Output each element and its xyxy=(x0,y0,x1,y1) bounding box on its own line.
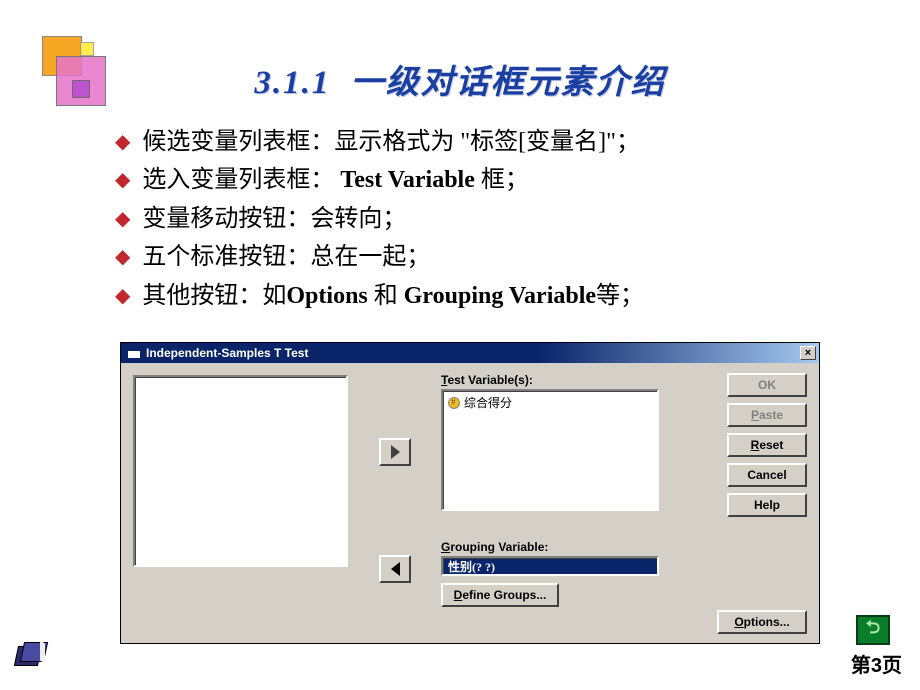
dialog-titlebar: Independent-Samples T Test × xyxy=(121,343,819,363)
scale-variable-icon xyxy=(448,397,460,409)
title-number: 3.1.1 xyxy=(254,65,330,101)
help-button[interactable]: Help xyxy=(727,493,807,517)
bullet-item: ◆ 五个标准按钮：总在一起； xyxy=(115,238,920,276)
page-number: 第3页 xyxy=(851,649,902,678)
grouping-variable-label: Grouping Variable: xyxy=(441,540,548,554)
bullet-text: 五个标准按钮：总在一起； xyxy=(142,238,430,276)
source-variable-listbox[interactable] xyxy=(133,375,348,567)
dialog-window: Independent-Samples T Test × Test Variab… xyxy=(120,342,820,644)
ok-button[interactable]: OK xyxy=(727,373,807,397)
bullet-icon: ◆ xyxy=(115,161,130,199)
bullet-icon: ◆ xyxy=(115,200,130,238)
variable-name: 综合得分 xyxy=(464,394,512,411)
grouping-variable-field[interactable]: 性别(? ?) xyxy=(441,556,659,576)
options-button[interactable]: Options... xyxy=(717,610,807,634)
bullet-icon: ◆ xyxy=(115,123,130,161)
move-to-grouping-button[interactable] xyxy=(379,555,411,583)
close-button[interactable]: × xyxy=(800,346,816,360)
variable-item[interactable]: 综合得分 xyxy=(448,394,652,411)
return-nav-icon[interactable]: ⮌ xyxy=(856,615,890,645)
bullet-text: 其他按钮：如Options 和 Grouping Variable等； xyxy=(142,277,644,315)
slide-title: 3.1.1 一级对话框元素介绍 xyxy=(0,0,920,103)
bullet-text: 变量移动按钮：会转向； xyxy=(142,200,406,238)
move-to-test-button[interactable] xyxy=(379,438,411,466)
standard-buttons: OK Paste Reset Cancel Help xyxy=(727,373,807,523)
bullet-item: ◆ 候选变量列表框：显示格式为 "标签[变量名]"； xyxy=(115,123,920,161)
bullet-text: 候选变量列表框：显示格式为 "标签[变量名]"； xyxy=(142,123,640,161)
books-icon xyxy=(10,640,52,672)
bullet-item: ◆ 变量移动按钮：会转向； xyxy=(115,200,920,238)
test-variable-listbox[interactable]: 综合得分 xyxy=(441,389,659,511)
title-text: 一级对话框元素介绍 xyxy=(351,65,666,101)
arrow-left-icon xyxy=(391,562,400,576)
bullet-icon: ◆ xyxy=(115,238,130,276)
bullet-item: ◆ 其他按钮：如Options 和 Grouping Variable等； xyxy=(115,277,920,315)
paste-button[interactable]: Paste xyxy=(727,403,807,427)
bullet-text: 选入变量列表框： Test Variable 框； xyxy=(142,161,528,199)
cancel-button[interactable]: Cancel xyxy=(727,463,807,487)
deco-square-yellow xyxy=(80,42,94,56)
reset-button[interactable]: Reset xyxy=(727,433,807,457)
dialog-title-text: Independent-Samples T Test xyxy=(146,346,308,360)
bullet-item: ◆ 选入变量列表框： Test Variable 框； xyxy=(115,161,920,199)
deco-square-purple xyxy=(72,80,90,98)
test-variable-label: Test Variable(s): xyxy=(441,373,533,387)
window-icon xyxy=(127,347,141,359)
bullet-list: ◆ 候选变量列表框：显示格式为 "标签[变量名]"； ◆ 选入变量列表框： Te… xyxy=(115,123,920,315)
dialog-body: Test Variable(s): 综合得分 Grouping Variable… xyxy=(121,363,819,643)
arrow-right-icon xyxy=(391,445,400,459)
bullet-icon: ◆ xyxy=(115,277,130,315)
grouping-variable-value: 性别(? ?) xyxy=(448,558,495,575)
define-groups-button[interactable]: Define Groups... xyxy=(441,583,559,607)
